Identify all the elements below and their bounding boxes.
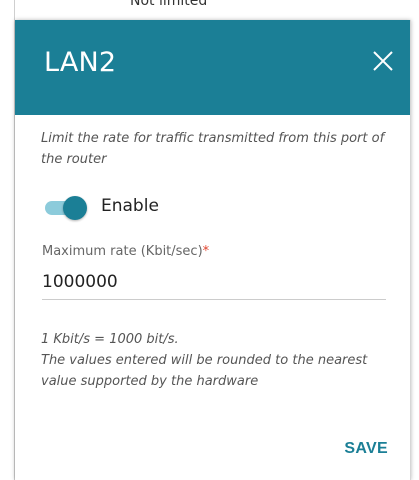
rate-hint: 1 Kbit/s = 1000 bit/s. The values entere… (41, 329, 401, 392)
rate-hint-line2: The values entered will be rounded to th… (41, 353, 368, 389)
toggle-knob (63, 196, 87, 220)
max-rate-label: Maximum rate (Kbit/sec)* (42, 244, 209, 259)
dialog-header: LAN2 (15, 20, 410, 115)
lan-rate-dialog: LAN2 Limit the rate for traffic transmit… (15, 20, 411, 480)
close-icon (373, 51, 393, 71)
enable-toggle[interactable] (43, 195, 87, 221)
background-panel-edge (0, 0, 15, 480)
dialog-title: LAN2 (44, 47, 117, 78)
dialog-description: Limit the rate for traffic transmitted f… (41, 131, 385, 167)
rate-hint-line1: 1 Kbit/s = 1000 bit/s. (41, 332, 179, 347)
save-button[interactable]: SAVE (344, 440, 388, 458)
enable-toggle-label: Enable (101, 196, 159, 216)
background-status-text: Not limited (130, 0, 208, 9)
close-button[interactable] (369, 47, 397, 75)
max-rate-input[interactable] (42, 265, 386, 300)
max-rate-label-text: Maximum rate (Kbit/sec) (42, 244, 203, 259)
required-marker: * (202, 244, 210, 259)
